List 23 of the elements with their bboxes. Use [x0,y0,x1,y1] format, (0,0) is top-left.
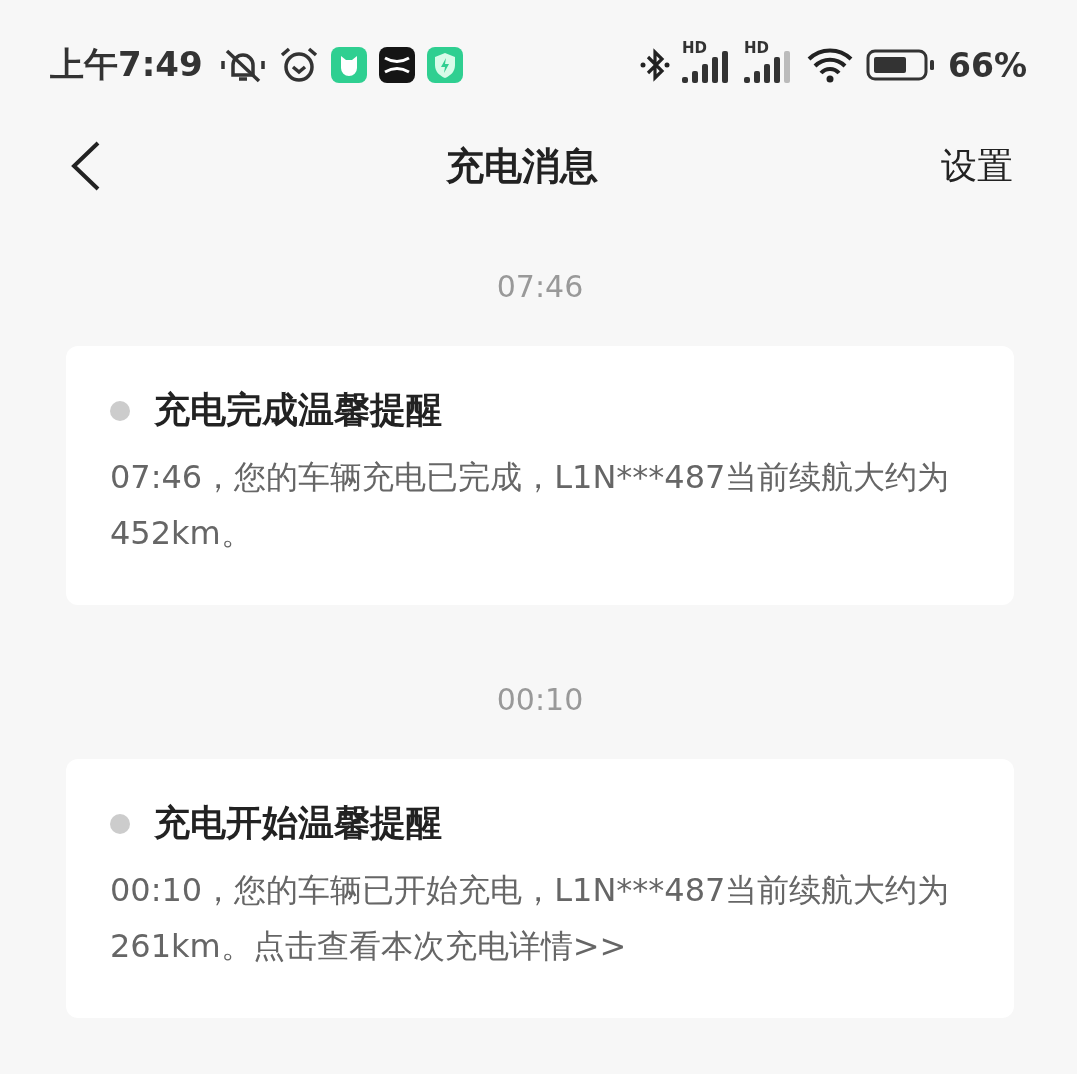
message-title: 充电开始温馨提醒 [154,801,442,845]
unread-dot-icon [110,400,130,421]
app-notification-icon [378,47,415,83]
message-card[interactable]: 充电完成温馨提醒 07:46，您的车辆充电已完成，L1N***487当前续航大约为452km。 [66,346,1014,605]
status-time: 上午7:49 [50,43,203,86]
unread-dot-icon [110,813,130,834]
settings-button[interactable]: 设置 [941,141,1013,191]
page-title: 充电消息 [445,142,598,190]
message-body: 07:46，您的车辆充电已完成，L1N***487当前续航大约为452km。 [110,457,951,554]
hd-label: HD [682,39,707,57]
message-timestamp: 00:10 [495,681,585,719]
message-card[interactable]: 充电开始温馨提醒 00:10，您的车辆已开始充电，L1N***487当前续航大约为261km。点击查看本次充电详情>> [66,759,1014,1018]
message-body: 00:10，您的车辆已开始充电，L1N***487当前续航大约为261km。点击查看本次充电详情>> [110,870,951,967]
app-notification-icon [330,47,367,83]
wifi-icon [806,45,854,85]
message-timestamp: 07:46 [495,268,585,306]
shield-app-icon [426,47,463,83]
bluetooth-icon [640,45,670,85]
alarm-clock-icon [278,45,319,85]
battery-percent: 66% [948,45,1027,85]
message-title: 充电完成温馨提醒 [154,388,442,432]
hd-label: HD [744,39,769,57]
battery-icon [866,48,936,82]
